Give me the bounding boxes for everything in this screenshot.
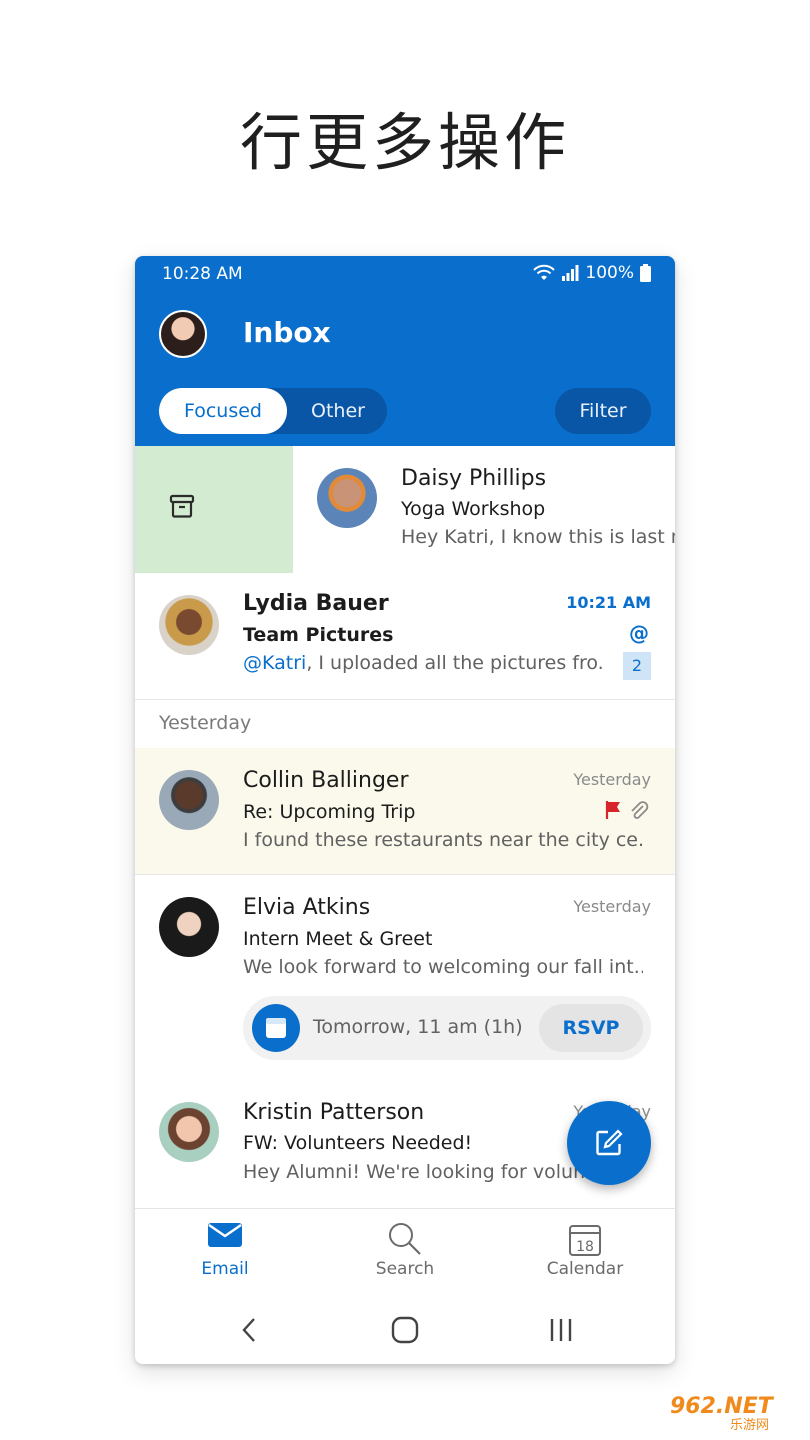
subject: Yoga Workshop [401, 498, 546, 520]
calendar-event-icon [252, 1004, 300, 1052]
attachment-icon [631, 801, 649, 819]
signal-icon [562, 265, 579, 281]
back-icon[interactable] [239, 1316, 259, 1344]
subject: Intern Meet & Greet [243, 928, 433, 950]
message-time: 10:21 AM [566, 593, 651, 612]
status-bar: 10:28 AM 100% [135, 256, 675, 292]
account-avatar[interactable] [159, 310, 207, 358]
wifi-icon [533, 264, 556, 280]
calendar-day-number: 18 [576, 1239, 594, 1255]
preview: I found these restaurants near the city … [243, 829, 643, 851]
avatar [159, 595, 219, 655]
avatar [159, 1102, 219, 1162]
preview: Hey Katri, I know this is last m [401, 526, 675, 548]
site-watermark: 962.NET 乐游网 [670, 1394, 804, 1434]
watermark-sub: 乐游网 [730, 1418, 770, 1433]
avatar [159, 770, 219, 830]
bottom-navigation: Email Search 18 Calendar [135, 1208, 675, 1294]
message-time: Yesterday [573, 897, 651, 916]
recent-apps-icon[interactable] [549, 1316, 573, 1344]
sender-name: Kristin Patterson [243, 1100, 425, 1125]
avatar [159, 897, 219, 957]
event-time: Tomorrow, 11 am (1h) [313, 1016, 523, 1038]
mail-icon [208, 1223, 242, 1247]
section-header-yesterday: Yesterday [159, 712, 252, 734]
preview: We look forward to welcoming our fall in… [243, 956, 643, 978]
preview: @Katri, I uploaded all the pictures fro.… [243, 652, 603, 674]
nav-email-label: Email [201, 1259, 249, 1279]
battery-percent: 100% [585, 263, 634, 283]
sender-name: Elvia Atkins [243, 895, 371, 920]
system-navigation-bar [135, 1294, 675, 1364]
tab-focused[interactable]: Focused [159, 388, 287, 434]
compose-button[interactable] [567, 1101, 651, 1185]
preview-text: , I uploaded all the pictures fro... [306, 652, 603, 674]
page-headline: 行更多操作 [239, 106, 570, 179]
tab-other[interactable]: Other [289, 388, 387, 434]
rsvp-button[interactable]: RSVP [539, 1004, 643, 1052]
phone-screen: 10:28 AM 100% Inbox Focused Other Filter… [135, 256, 675, 1364]
mention-text: @Katri [243, 652, 307, 674]
search-icon [389, 1223, 421, 1255]
inbox-title: Inbox [243, 316, 331, 349]
event-rsvp-chip[interactable]: Tomorrow, 11 am (1h) RSVP [243, 996, 651, 1060]
filter-button[interactable]: Filter [555, 388, 651, 434]
inbox-header: 10:28 AM 100% Inbox Focused Other Filter [135, 256, 675, 446]
nav-calendar[interactable]: 18 Calendar [525, 1209, 645, 1295]
swipe-archive-action[interactable] [135, 446, 293, 573]
battery-icon [640, 264, 651, 282]
focused-other-toggle: Focused Other [159, 388, 387, 434]
status-icons: 100% [533, 263, 651, 283]
sender-name: Collin Ballinger [243, 768, 409, 793]
nav-calendar-label: Calendar [546, 1259, 624, 1279]
flag-icon [605, 801, 620, 819]
subject: FW: Volunteers Needed! [243, 1132, 473, 1154]
sender-name: Lydia Bauer [243, 591, 389, 616]
subject: Re: Upcoming Trip [243, 801, 416, 823]
nav-email[interactable]: Email [165, 1209, 285, 1295]
thread-count-badge: 2 [623, 652, 651, 680]
message-time: Yesterday [573, 770, 651, 789]
avatar [317, 468, 377, 528]
archive-icon [169, 494, 195, 518]
status-time: 10:28 AM [162, 264, 243, 284]
nav-search[interactable]: Search [345, 1209, 465, 1295]
nav-search-label: Search [375, 1259, 435, 1279]
sender-name: Daisy Phillips [401, 466, 547, 491]
subject: Team Pictures [243, 624, 394, 646]
mention-badge: @ [629, 621, 649, 645]
message-row[interactable]: Lydia Bauer 10:21 AM Team Pictures @ @Ka… [135, 573, 675, 700]
message-row-swiped[interactable]: Daisy Phillips Yoga Workshop Hey Katri, … [293, 446, 675, 573]
message-row-flagged[interactable]: Collin Ballinger Yesterday Re: Upcoming … [135, 748, 675, 875]
home-icon[interactable] [391, 1316, 419, 1344]
compose-icon [596, 1129, 623, 1156]
